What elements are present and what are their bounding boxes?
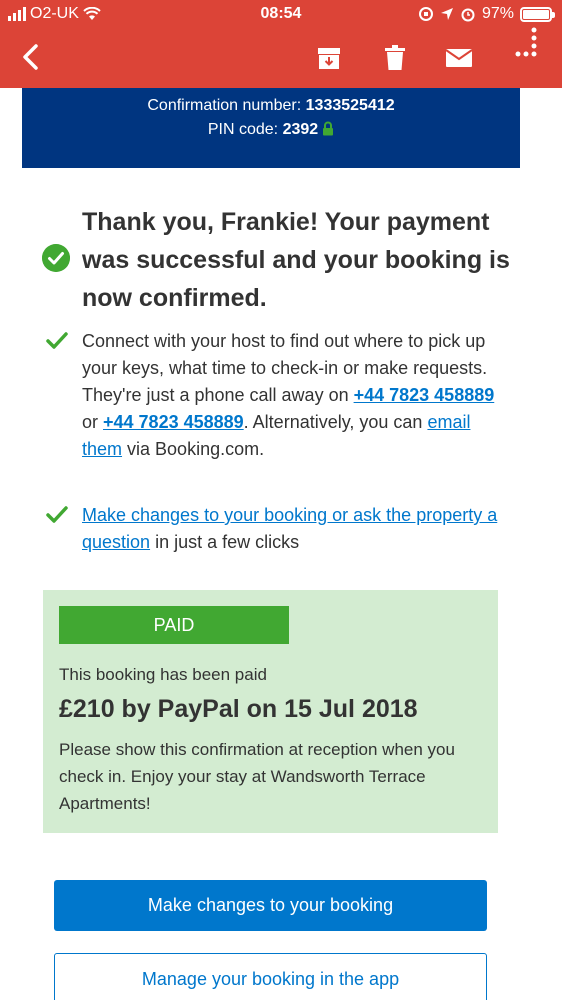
host-phone-link-2[interactable]: +44 7823 458889	[103, 412, 244, 432]
make-changes-suffix: in just a few clicks	[150, 532, 300, 552]
screen-lock-icon	[418, 7, 433, 21]
confirmation-number-row: Confirmation number: 1333525412	[22, 94, 520, 118]
host-contact-text-2: . Alternatively, you can	[243, 412, 428, 432]
or-text: or	[82, 412, 104, 432]
host-contact-text: Connect with your host to find out where…	[82, 328, 512, 463]
mail-icon[interactable]	[444, 43, 474, 73]
more-menu-icon[interactable]	[512, 26, 548, 66]
confirmation-number: 1333525412	[305, 97, 395, 114]
host-contact-text-3: via Booking.com.	[122, 439, 265, 459]
app-bar: O2-UK 08:54 97%	[0, 0, 562, 88]
host-phone-link-1[interactable]: +44 7823 458889	[354, 385, 495, 405]
make-changes-button[interactable]: Make changes to your booking	[54, 880, 487, 931]
pin-row: PIN code: 2392	[22, 118, 520, 142]
success-check-icon	[42, 244, 70, 272]
status-bar: O2-UK 08:54 97%	[0, 0, 562, 30]
payment-note: Please show this confirmation at recepti…	[59, 740, 455, 813]
pin-code: 2392	[282, 121, 319, 138]
lock-icon	[323, 121, 334, 136]
payment-panel: PAID This booking has been paid £210 by …	[43, 590, 498, 833]
alarm-icon	[461, 8, 475, 22]
paid-badge: PAID	[59, 606, 289, 644]
pin-label: PIN code:	[207, 121, 279, 138]
battery-percent: 97%	[481, 5, 514, 22]
manage-in-app-button[interactable]: Manage your booking in the app	[54, 953, 487, 1000]
archive-icon[interactable]	[314, 43, 344, 73]
page-title: Thank you, Frankie! Your payment was suc…	[82, 208, 510, 312]
payment-amount: £210 by PayPal on 15 Jul 2018	[59, 695, 418, 723]
make-changes-text: Make changes to your booking or ask the …	[82, 502, 512, 556]
confirmation-number-label: Confirmation number:	[147, 97, 302, 114]
check-icon	[46, 332, 68, 349]
email-toolbar	[0, 27, 562, 88]
trash-icon[interactable]	[380, 43, 410, 73]
battery-icon	[520, 6, 555, 22]
back-arrow-icon[interactable]	[16, 42, 46, 72]
confirmation-banner: Confirmation number: 1333525412 PIN code…	[22, 88, 520, 168]
check-icon	[46, 506, 68, 523]
payment-status-text: This booking has been paid	[59, 665, 267, 684]
location-icon	[440, 8, 453, 20]
